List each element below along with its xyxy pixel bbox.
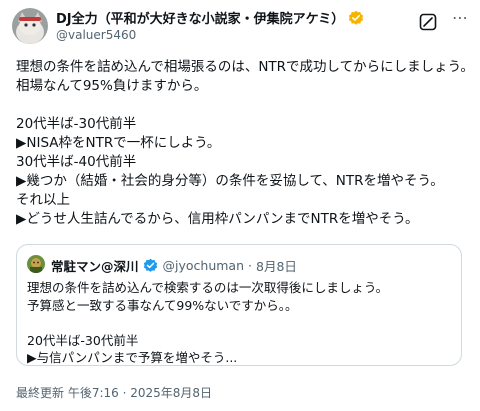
quote-line: 20代半ば-30代前半 bbox=[27, 332, 139, 348]
quote-line: 理想の条件を詰め込んで検索するのは一次取得後にしましょう。 bbox=[27, 280, 389, 295]
quote-author-name[interactable]: 常駐マン@深川 bbox=[51, 256, 139, 275]
author-handle[interactable]: @valuer5460 bbox=[56, 28, 136, 42]
more-icon[interactable]: ⋯ bbox=[450, 8, 470, 28]
quote-body: 理想の条件を詰め込んで検索するのは一次取得後にしましょう。 予算感と一致する事な… bbox=[27, 279, 457, 367]
verified-badge-icon bbox=[143, 258, 159, 274]
post-line-blank bbox=[16, 96, 471, 115]
quote-header: 常駐マン@深川 @jyochuman · 8月8日 bbox=[51, 256, 297, 275]
post-timestamp[interactable]: 最終更新 午後7:16 · 2025年8月8日 bbox=[16, 384, 212, 401]
quote-line: ▶与信パンパンまで予算を増やそう... bbox=[27, 350, 238, 365]
author-avatar[interactable] bbox=[12, 8, 48, 44]
post-line: 相場なんて95%負けますから。 bbox=[16, 78, 208, 94]
author-name-row[interactable]: DJ全力（平和が大好きな小説家・伊集院アケミ） bbox=[56, 8, 364, 27]
quote-date[interactable]: 8月8日 bbox=[256, 256, 297, 275]
post-line: ▶幾つか（結婚・社会的身分等）の条件を妥協して、NTRを増やそう。 bbox=[16, 173, 444, 189]
quote-separator: · bbox=[248, 258, 252, 273]
post-line: ▶どうせ人生詰んでるから、信用枠パンパンまでNTRを増やそう。 bbox=[16, 211, 419, 227]
post-line: 20代半ば-30代前半 bbox=[16, 116, 137, 132]
post-body: 理想の条件を詰め込んで相場張るのは、NTRで成功してからにしましょう。 相場なん… bbox=[16, 58, 474, 229]
quote-author-handle: @jyochuman bbox=[162, 258, 245, 273]
author-name[interactable]: DJ全力（平和が大好きな小説家・伊集院アケミ） bbox=[56, 8, 344, 27]
post-line: 30代半ば-40代前半 bbox=[16, 154, 137, 170]
grok-icon[interactable] bbox=[418, 12, 438, 32]
post-line: ▶NISA枠をNTRで一杯にしよう。 bbox=[16, 135, 221, 151]
verified-badge-icon bbox=[348, 10, 364, 26]
quote-line: 予算感と一致する事なんて99%ないですから。。 bbox=[27, 297, 298, 313]
post-line: 理想の条件を詰め込んで相場張るのは、NTRで成功してからにしましょう。 bbox=[16, 59, 474, 75]
post-line: それ以上 bbox=[16, 192, 70, 208]
quote-author-avatar[interactable] bbox=[27, 255, 45, 273]
quote-line-blank bbox=[27, 314, 457, 332]
quoted-post[interactable]: 常駐マン@深川 @jyochuman · 8月8日 理想の条件を詰め込んで検索す… bbox=[16, 244, 462, 366]
